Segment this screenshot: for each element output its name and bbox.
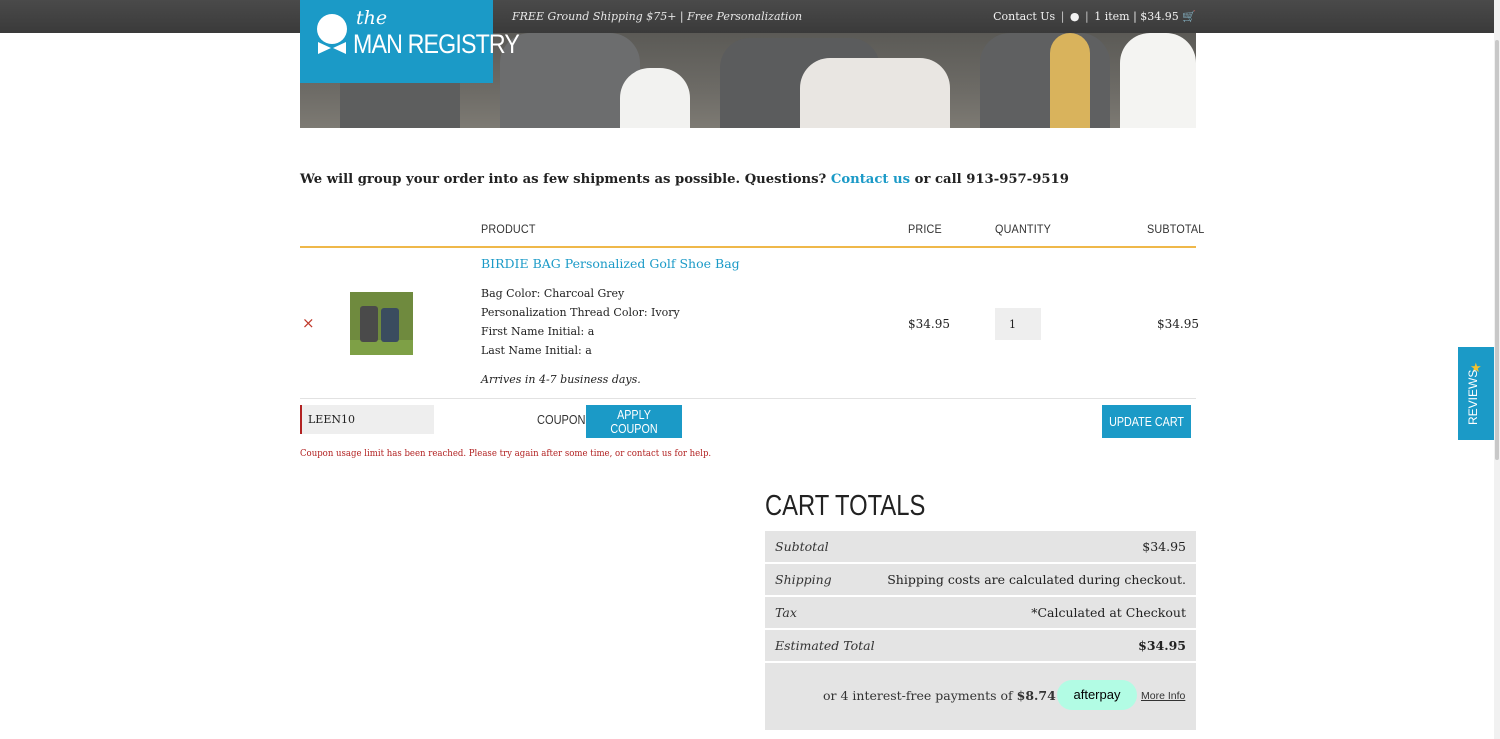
site-logo[interactable]: the MAN REGISTRY — [300, 0, 520, 83]
totals-row-estimated-total: Estimated Total $34.95 — [765, 630, 1196, 661]
update-cart-label: UPDATE CART — [1109, 414, 1184, 429]
contact-us-link[interactable]: Contact us — [831, 172, 910, 187]
arrival-estimate: Arrives in 4-7 business days. — [481, 373, 641, 386]
reviews-tab[interactable]: ★ REVIEWS — [1458, 347, 1495, 440]
cart-icon[interactable]: 🛒 — [1182, 10, 1196, 23]
reviews-tab-label: REVIEWS — [1466, 369, 1480, 425]
totals-row-shipping: Shipping Shipping costs are calculated d… — [765, 564, 1196, 595]
phone-text: or call 913-957-9519 — [914, 172, 1069, 187]
first-initial: First Name Initial: a — [481, 325, 595, 338]
coupon-label: COUPON: — [537, 412, 589, 427]
afterpay-text: or 4 interest-free payments of $8.74 wit… — [823, 688, 1088, 703]
totals-value: *Calculated at Checkout — [1031, 605, 1186, 620]
column-header-price: PRICE — [908, 222, 942, 236]
totals-label: Estimated Total — [775, 638, 875, 653]
afterpay-info: or 4 interest-free payments of $8.74 wit… — [765, 663, 1196, 730]
totals-row-subtotal: Subtotal $34.95 — [765, 531, 1196, 562]
afterpay-logo: afterpay — [1057, 680, 1137, 710]
quantity-input[interactable] — [995, 308, 1041, 340]
afterpay-more-info-link[interactable]: More Info — [1141, 690, 1185, 702]
contact-us-link[interactable]: Contact Us — [993, 10, 1055, 23]
bowtie-icon — [318, 42, 346, 54]
scrollbar[interactable] — [1494, 0, 1500, 739]
bag-color: Bag Color: Charcoal Grey — [481, 287, 625, 300]
remove-item-icon[interactable]: × — [302, 314, 315, 332]
afterpay-amount: $8.74 — [1016, 688, 1056, 703]
apply-coupon-label: APPLY COUPON — [610, 407, 658, 436]
notice-text: We will group your order into as few shi… — [300, 172, 827, 187]
update-cart-button[interactable]: UPDATE CART — [1102, 405, 1191, 438]
item-price: $34.95 — [908, 317, 950, 331]
totals-label: Shipping — [775, 572, 832, 587]
totals-value: $34.95 — [1142, 539, 1186, 554]
shipping-notice: We will group your order into as few shi… — [300, 172, 1069, 187]
logo-name: MAN REGISTRY — [353, 29, 520, 59]
coupon-error: Coupon usage limit has been reached. Ple… — [300, 448, 712, 459]
coupon-input[interactable] — [300, 405, 434, 434]
last-initial: Last Name Initial: a — [481, 344, 592, 357]
header-right: Contact Us | ● | 1 item | $34.95 🛒 — [993, 10, 1196, 23]
item-subtotal: $34.95 — [1157, 317, 1199, 331]
column-header-subtotal: SUBTOTAL — [1147, 222, 1205, 236]
totals-label: Tax — [775, 605, 797, 620]
top-bar: FREE Ground Shipping $75+ | Free Persona… — [0, 0, 1500, 33]
totals-label: Subtotal — [775, 539, 829, 554]
cart-totals-title: CART TOTALS — [765, 490, 926, 522]
separator: | — [1060, 10, 1065, 23]
apply-coupon-button[interactable]: APPLY COUPON — [586, 405, 682, 438]
totals-value: Shipping costs are calculated during che… — [887, 572, 1186, 587]
column-header-quantity: QUANTITY — [995, 222, 1052, 236]
separator: | — [1085, 10, 1089, 23]
column-header-product: PRODUCT — [481, 222, 536, 236]
totals-value: $34.95 — [1138, 638, 1186, 653]
totals-row-tax: Tax *Calculated at Checkout — [765, 597, 1196, 628]
logo-head-icon — [317, 14, 347, 44]
promo-text: FREE Ground Shipping $75+ | Free Persona… — [512, 10, 803, 23]
product-name-link[interactable]: BIRDIE BAG Personalized Golf Shoe Bag — [481, 256, 740, 271]
cart-summary[interactable]: 1 item | $34.95 — [1094, 10, 1179, 23]
logo-the: the — [356, 7, 388, 29]
afterpay-prefix: or 4 interest-free payments of — [823, 688, 1013, 703]
product-thumbnail[interactable] — [350, 292, 413, 355]
header-divider — [300, 246, 1196, 248]
thread-color: Personalization Thread Color: Ivory — [481, 306, 680, 319]
row-divider — [300, 398, 1196, 399]
user-icon[interactable]: ● — [1070, 10, 1080, 23]
